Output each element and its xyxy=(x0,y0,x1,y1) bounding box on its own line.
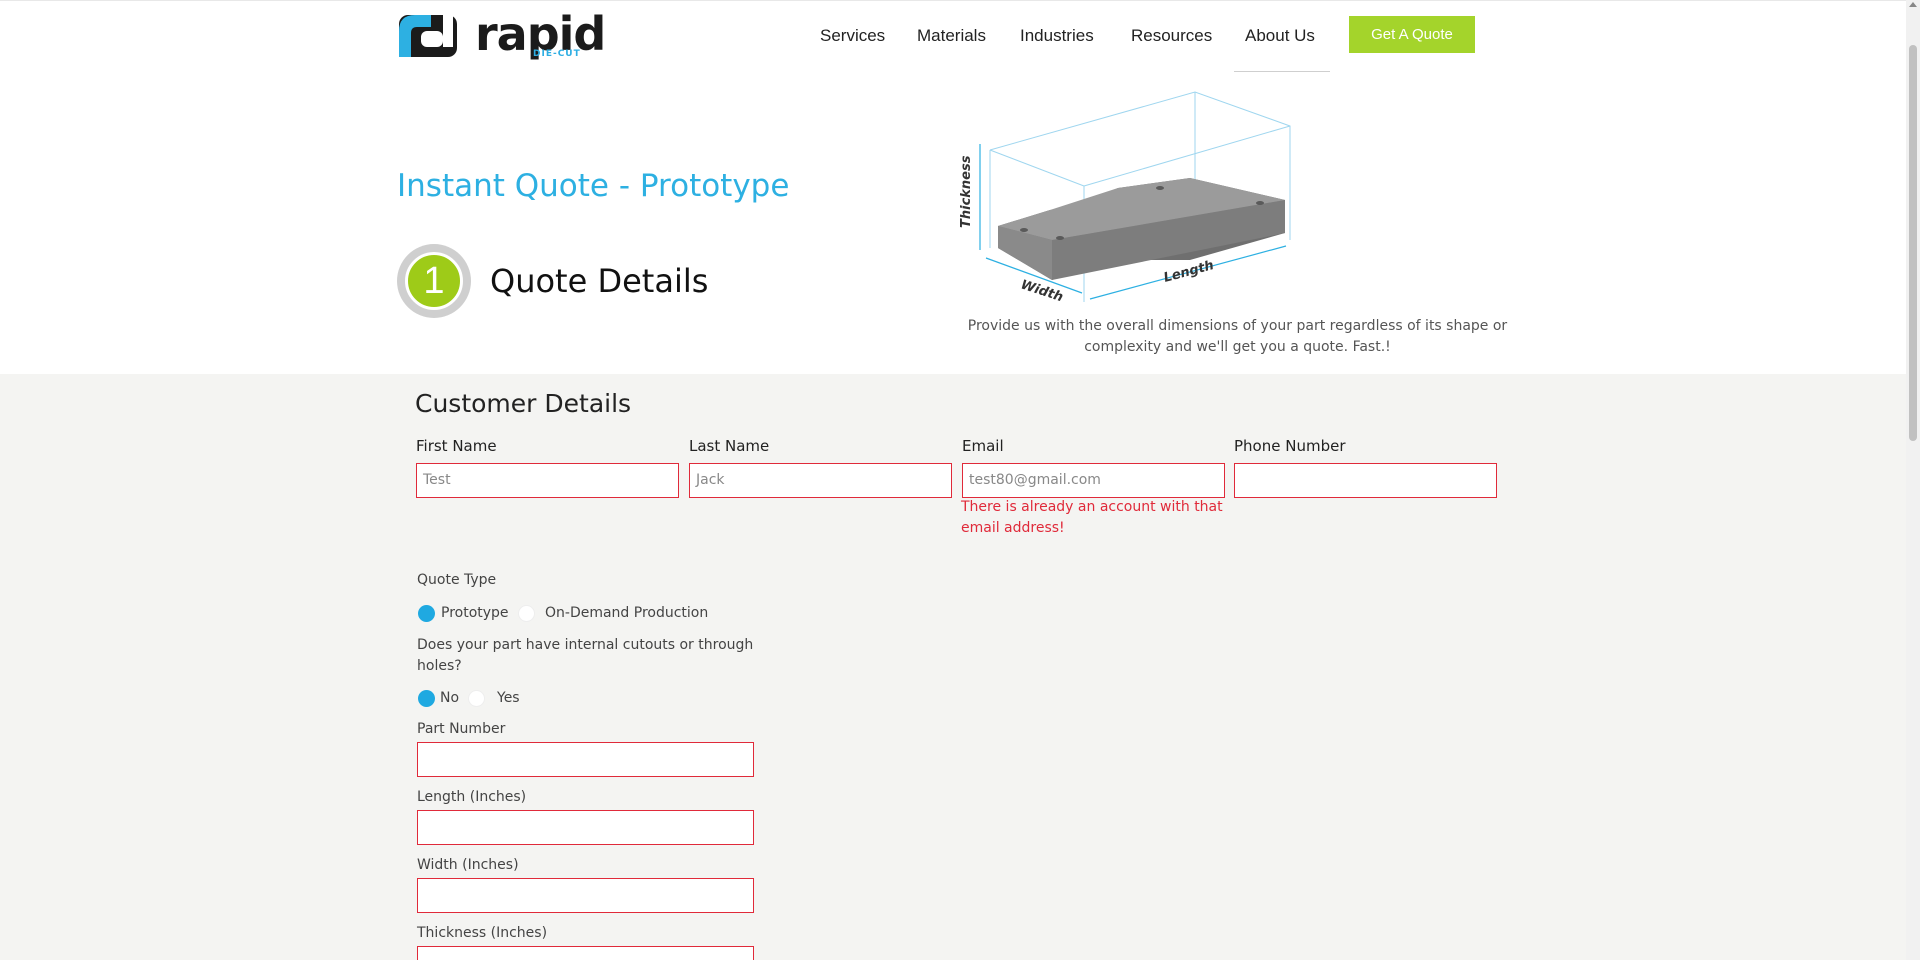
email-input[interactable]: test80@gmail.com xyxy=(962,463,1225,498)
email-label: Email xyxy=(962,437,1004,455)
step-badge: 1 xyxy=(397,244,471,318)
width-label: Width xyxy=(1019,278,1065,306)
illustration-caption: Provide us with the overall dimensions o… xyxy=(967,318,1508,355)
cutouts-question: Does your part have internal cutouts or … xyxy=(417,637,754,674)
hero-section xyxy=(0,72,1906,374)
cutouts-no-label[interactable]: No xyxy=(440,690,459,706)
scroll-up-icon[interactable] xyxy=(1909,2,1917,7)
customer-details-heading: Customer Details xyxy=(415,389,632,418)
phone-label: Phone Number xyxy=(1234,437,1346,455)
scrollbar-thumb[interactable] xyxy=(1909,45,1917,441)
part-number-input[interactable] xyxy=(417,742,754,777)
length-label: Length (Inches) xyxy=(417,789,527,805)
quote-type-prototype-label[interactable]: Prototype xyxy=(441,605,509,621)
cutouts-yes-radio[interactable] xyxy=(468,690,485,707)
step-title: Quote Details xyxy=(490,262,709,300)
part-dimensions-illustration: Thickness Width Length xyxy=(960,91,1291,306)
step-number: 1 xyxy=(405,252,463,310)
get-a-quote-button[interactable]: Get A Quote xyxy=(1349,16,1475,53)
nav-materials[interactable]: Materials xyxy=(917,26,986,46)
brand-logo[interactable]: rapid DIE-CUT xyxy=(397,7,606,61)
cutouts-no-radio[interactable] xyxy=(418,690,435,707)
width-label: Width (Inches) xyxy=(417,857,519,873)
page-scrollbar[interactable] xyxy=(1906,0,1920,960)
nav-services[interactable]: Services xyxy=(820,26,885,46)
length-input[interactable] xyxy=(417,810,754,845)
width-input[interactable] xyxy=(417,878,754,913)
quote-type-label: Quote Type xyxy=(417,572,497,588)
quote-type-on-demand-radio[interactable] xyxy=(518,605,535,622)
last-name-input[interactable]: Jack xyxy=(689,463,952,498)
part-number-label: Part Number xyxy=(417,721,506,737)
thickness-input[interactable] xyxy=(417,946,754,960)
last-name-label: Last Name xyxy=(689,437,770,455)
cutouts-yes-label[interactable]: Yes xyxy=(497,690,520,706)
nav-about-us[interactable]: About Us xyxy=(1245,26,1315,46)
quote-type-on-demand-label[interactable]: On-Demand Production xyxy=(545,605,708,621)
logo-mark-icon xyxy=(399,15,457,57)
site-header: rapid DIE-CUT Services Materials Industr… xyxy=(0,0,1906,73)
nav-resources[interactable]: Resources xyxy=(1131,26,1212,46)
first-name-input[interactable]: Test xyxy=(416,463,679,498)
page-title: Instant Quote - Prototype xyxy=(397,168,790,204)
logo-subtitle: DIE-CUT xyxy=(533,49,581,59)
first-name-label: First Name xyxy=(416,437,497,455)
quote-type-prototype-radio[interactable] xyxy=(418,605,435,622)
thickness-label: Thickness xyxy=(960,155,974,228)
nav-industries[interactable]: Industries xyxy=(1020,26,1094,46)
phone-input[interactable] xyxy=(1234,463,1497,498)
thickness-label: Thickness (Inches) xyxy=(417,925,548,941)
email-error: There is already an account with that em… xyxy=(961,499,1223,536)
length-label: Length xyxy=(1162,258,1215,286)
